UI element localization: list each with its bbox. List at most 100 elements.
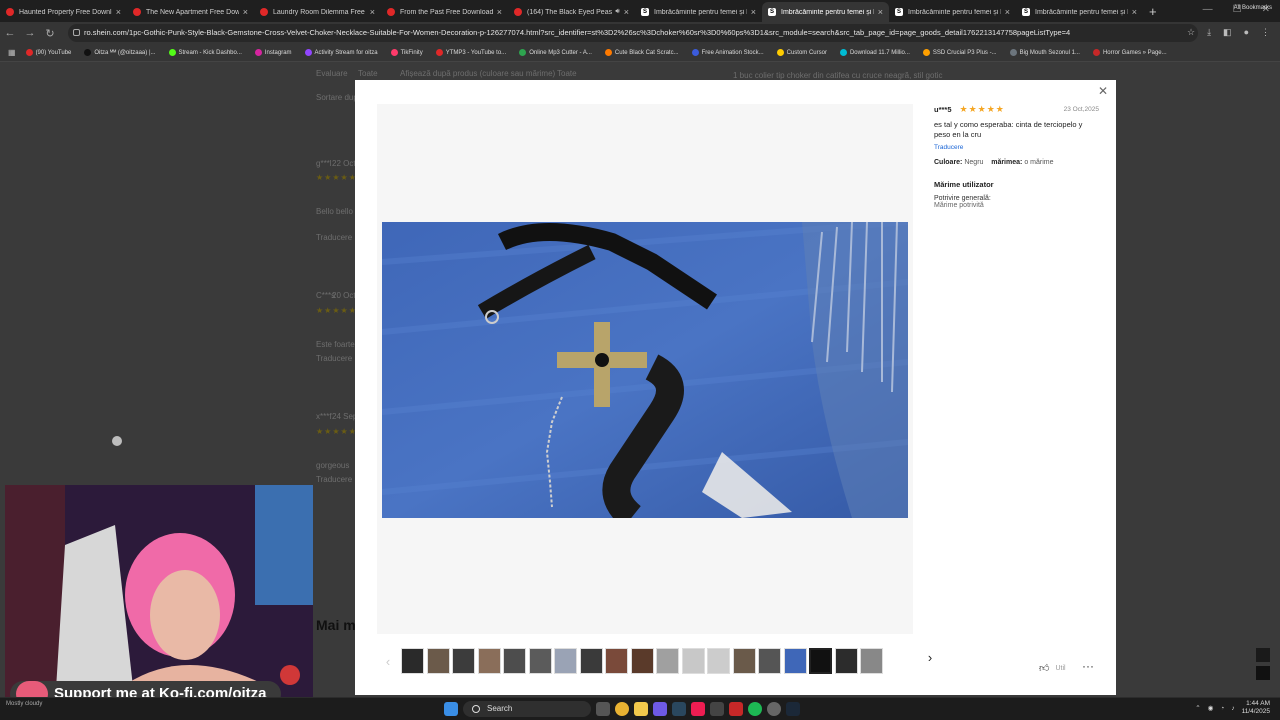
minimize-icon[interactable]: — xyxy=(1203,4,1213,15)
bookmark-item[interactable]: Horror Games » Page... xyxy=(1092,49,1167,56)
bg-review-translate[interactable]: Traducere xyxy=(316,233,352,242)
browser-tab[interactable]: (164) The Black Eyed Peas Top🔊︎ × xyxy=(508,2,635,22)
translate-link[interactable]: Traducere xyxy=(934,144,1099,151)
browser-tab[interactable]: From the Past Free Download » St × xyxy=(381,2,508,22)
close-tab-icon[interactable]: × xyxy=(116,7,121,17)
prev-arrow-icon[interactable]: ‹ xyxy=(381,654,395,669)
extensions-icon[interactable]: ◧ xyxy=(1223,27,1232,38)
browser-tab[interactable]: The New Apartment Free Downlo × xyxy=(127,2,254,22)
new-tab-icon[interactable]: + xyxy=(1149,4,1157,19)
bookmark-item[interactable]: Online Mp3 Cutter - A... xyxy=(519,49,592,56)
reload-icon[interactable]: ↻ xyxy=(40,27,60,40)
helpful-button[interactable]: 👍︎ Util xyxy=(1039,662,1066,674)
browser-tab[interactable]: Haunted Property Free Download × xyxy=(0,2,127,22)
taskbar-search[interactable]: Search xyxy=(463,701,591,717)
browser-tab[interactable]: S Îmbrăcăminte pentru femei și băr × xyxy=(1016,2,1143,22)
task-view-icon[interactable] xyxy=(596,702,610,716)
bookmark-item[interactable]: TikFinity xyxy=(390,49,423,56)
review-thumbnail[interactable] xyxy=(630,648,654,674)
review-thumbnail[interactable] xyxy=(401,648,424,674)
review-thumbnail[interactable] xyxy=(477,648,501,674)
review-thumbnail[interactable] xyxy=(681,648,705,674)
review-thumbnail[interactable] xyxy=(452,648,475,674)
browser-tab[interactable]: S Îmbrăcăminte pentru femei și băr × xyxy=(635,2,762,22)
wifi-icon[interactable]: ◔ xyxy=(1220,705,1224,712)
bookmark-item[interactable]: SSD Crucial P3 Plus -... xyxy=(922,49,997,56)
spotify-icon[interactable] xyxy=(748,702,762,716)
bookmark-item[interactable]: (90) YouTube xyxy=(25,49,71,56)
bg-review-translate[interactable]: Traducere xyxy=(316,475,352,484)
bookmark-item[interactable]: Instagram xyxy=(254,49,292,56)
close-icon[interactable]: ✕ xyxy=(1098,84,1108,98)
bookmark-item[interactable]: Stream - Kick Dashbo... xyxy=(168,49,242,56)
review-thumbnail[interactable] xyxy=(503,648,526,674)
next-arrow-icon[interactable]: › xyxy=(923,650,937,665)
close-tab-icon[interactable]: × xyxy=(624,7,629,17)
close-tab-icon[interactable]: × xyxy=(243,7,248,17)
review-thumbnail[interactable] xyxy=(834,648,858,674)
review-thumbnail[interactable] xyxy=(426,648,450,674)
bookmark-item[interactable]: Cute Black Cat Scratc... xyxy=(604,49,679,56)
steam-icon[interactable] xyxy=(672,702,686,716)
bookmark-item[interactable]: Activity Stream for oitza xyxy=(304,49,378,56)
chrome-icon[interactable] xyxy=(615,702,629,716)
steam-alt-icon[interactable] xyxy=(786,702,800,716)
review-thumbnail[interactable] xyxy=(707,648,730,674)
review-thumbnail[interactable] xyxy=(528,648,552,674)
download-icon[interactable]: ⤓ xyxy=(1207,27,1211,38)
profile-icon[interactable]: ● xyxy=(1244,27,1249,38)
review-thumbnail[interactable] xyxy=(605,648,628,674)
file-explorer-icon[interactable] xyxy=(634,702,648,716)
taskbar-clock[interactable]: 1:44 AM 11/4/2025 xyxy=(1242,700,1270,716)
bookmark-star-icon[interactable]: ☆ xyxy=(1187,27,1195,38)
review-thumbnail[interactable] xyxy=(554,648,577,674)
close-tab-icon[interactable]: × xyxy=(1005,7,1010,17)
review-thumbnail[interactable] xyxy=(809,648,832,674)
bookmark-item[interactable]: Big Mouth Sezonul 1... xyxy=(1009,49,1080,56)
obs-icon[interactable] xyxy=(767,702,781,716)
browser-tab[interactable]: Laundry Room Dilemma Free Dow × xyxy=(254,2,381,22)
review-thumbnail[interactable] xyxy=(860,648,883,674)
close-tab-icon[interactable]: × xyxy=(497,7,502,17)
tray-overflow-icon[interactable]: ⌃ xyxy=(1195,704,1200,712)
tiktok-icon[interactable] xyxy=(691,702,705,716)
app-icon[interactable] xyxy=(729,702,743,716)
more-options-icon[interactable]: ··· xyxy=(1082,659,1094,673)
filter-variant-select[interactable]: Toate xyxy=(557,69,577,78)
product-link[interactable]: 1 buc colier tip choker din catifea cu c… xyxy=(733,71,942,80)
review-thumbnail[interactable] xyxy=(783,648,807,674)
browser-tab[interactable]: S Îmbrăcăminte pentru femei și băr × xyxy=(889,2,1016,22)
browser-tab[interactable]: S Îmbrăcăminte pentru femei și băr × xyxy=(762,2,889,22)
close-tab-icon[interactable]: × xyxy=(370,7,375,17)
browser-menu-icon[interactable]: ⋮ xyxy=(1261,27,1270,38)
review-thumbnail[interactable] xyxy=(656,648,679,674)
discord-icon[interactable] xyxy=(653,702,667,716)
review-thumbnail[interactable] xyxy=(758,648,781,674)
bookmark-item[interactable]: Download 11.7 Millio... xyxy=(839,49,910,56)
weather-widget[interactable]: Mostly cloudy xyxy=(6,701,42,707)
all-bookmarks-button[interactable]: All Bookmarks xyxy=(1234,5,1272,11)
bookmark-item[interactable]: YTMP3 - YouTube to... xyxy=(435,49,506,56)
windows-start-icon[interactable] xyxy=(444,702,458,716)
audio-playing-icon[interactable]: 🔊︎ xyxy=(615,8,619,16)
site-info-icon[interactable] xyxy=(73,29,80,36)
volume-icon[interactable]: ♪ xyxy=(1231,705,1234,712)
forward-icon[interactable]: → xyxy=(20,27,40,39)
bookmark-item[interactable]: Free Animation Stock... xyxy=(691,49,764,56)
capcut-icon[interactable] xyxy=(710,702,724,716)
close-tab-icon[interactable]: × xyxy=(1132,7,1137,17)
review-thumbnail[interactable] xyxy=(579,648,603,674)
tray-app-icon[interactable]: ◉ xyxy=(1208,704,1214,712)
close-tab-icon[interactable]: × xyxy=(751,7,756,17)
bookmark-item[interactable]: Oitza ᴹᴹ (@oitzaaa) |... xyxy=(84,49,156,56)
url-input[interactable]: ro.shein.com/1pc-Gothic-Punk-Style-Black… xyxy=(68,24,1198,42)
review-photo[interactable] xyxy=(382,222,908,518)
review-thumbnail[interactable] xyxy=(732,648,756,674)
back-icon[interactable]: ← xyxy=(0,27,20,39)
bg-review-translate[interactable]: Traducere xyxy=(316,354,352,363)
close-tab-icon[interactable]: × xyxy=(878,7,883,17)
apps-grid-icon[interactable]: ▦ xyxy=(8,48,16,57)
bookmark-item[interactable]: Custom Cursor xyxy=(776,49,827,56)
filter-rating-select[interactable]: Toate xyxy=(358,69,378,78)
side-widget[interactable] xyxy=(1256,648,1272,688)
